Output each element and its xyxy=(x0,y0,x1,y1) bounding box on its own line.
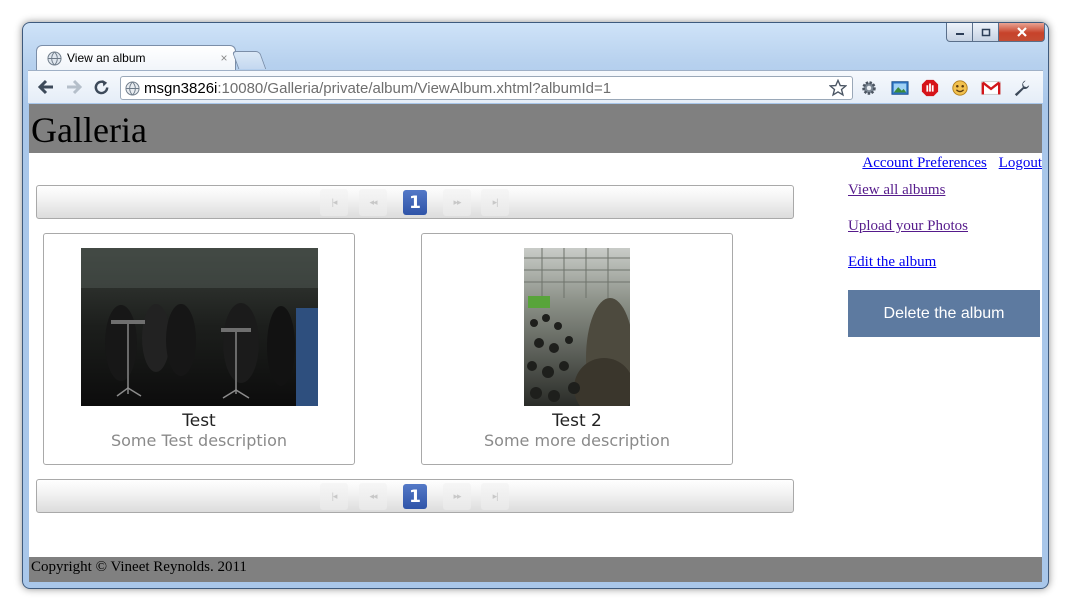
copyright-text: Copyright © Vineet Reynolds. 2011 xyxy=(31,559,247,575)
current-page-number[interactable]: 1 xyxy=(403,484,427,509)
window-controls xyxy=(946,23,1045,42)
first-page-button[interactable]: |◂ xyxy=(320,189,348,216)
page-footer: Copyright © Vineet Reynolds. 2011 xyxy=(29,557,1042,582)
picture-extension-icon[interactable] xyxy=(890,78,910,98)
first-page-button[interactable]: |◂ xyxy=(320,483,348,510)
photo-description: Some Test description xyxy=(110,431,287,450)
url-host: msgn3826i xyxy=(144,79,218,97)
user-links: Account Preferences Logout xyxy=(854,155,1042,172)
upload-photos-link[interactable]: Upload your Photos xyxy=(848,218,968,235)
site-title: Galleria xyxy=(31,110,147,150)
delete-album-button[interactable]: Delete the album xyxy=(848,290,1040,337)
new-tab-button[interactable] xyxy=(231,51,267,69)
photo-card[interactable]: Test 2 Some more description xyxy=(421,233,733,465)
adblock-extension-icon[interactable] xyxy=(920,78,940,98)
account-preferences-link[interactable]: Account Preferences xyxy=(862,155,987,171)
close-window-button[interactable] xyxy=(999,23,1045,42)
tab-title: View an album xyxy=(67,51,146,65)
minimize-icon xyxy=(955,33,964,35)
forward-arrow-icon xyxy=(67,79,83,95)
view-all-albums-link[interactable]: View all albums xyxy=(848,182,945,199)
current-page-number[interactable]: 1 xyxy=(403,190,427,215)
last-page-button[interactable]: ▸| xyxy=(481,483,509,510)
paginator-top: |◂ ◂◂ 1 ▸▸ ▸| xyxy=(36,185,794,219)
page-header: Galleria xyxy=(29,104,1042,153)
bookmark-star-icon[interactable] xyxy=(829,79,847,97)
address-bar[interactable]: msgn3826i:10080/Galleria/private/album/V… xyxy=(120,76,853,100)
photo-description: Some more description xyxy=(484,431,670,450)
previous-page-button[interactable]: ◂◂ xyxy=(359,189,387,216)
paginator-bottom: |◂ ◂◂ 1 ▸▸ ▸| xyxy=(36,479,794,513)
photo-thumbnail[interactable] xyxy=(524,248,630,406)
edit-album-link[interactable]: Edit the album xyxy=(848,254,936,271)
last-page-button[interactable]: ▸| xyxy=(481,189,509,216)
globe-icon xyxy=(47,50,62,66)
forward-button[interactable] xyxy=(65,79,83,95)
minimize-button[interactable] xyxy=(946,23,973,42)
close-icon xyxy=(1016,27,1027,37)
photo-name: Test xyxy=(182,411,216,431)
photo-thumbnail[interactable] xyxy=(81,248,318,406)
maximize-button[interactable] xyxy=(973,23,999,42)
settings-gear-extension-icon[interactable] xyxy=(859,78,879,98)
next-page-button[interactable]: ▸▸ xyxy=(443,483,471,510)
previous-page-button[interactable]: ◂◂ xyxy=(359,483,387,510)
logout-link[interactable]: Logout xyxy=(999,155,1042,171)
restore-icon xyxy=(981,28,990,36)
page-viewport: Galleria Account Preferences Logout View… xyxy=(29,104,1042,582)
browser-toolbar: msgn3826i:10080/Galleria/private/album/V… xyxy=(28,70,1043,103)
emoji-extension-icon[interactable] xyxy=(950,78,970,98)
browser-window: View an album × msgn3826i:10080/Galleria… xyxy=(22,22,1049,589)
back-arrow-icon xyxy=(37,79,53,95)
wrench-menu-icon[interactable] xyxy=(1012,78,1032,98)
tab-view-an-album[interactable]: View an album × xyxy=(36,45,236,70)
next-page-button[interactable]: ▸▸ xyxy=(443,189,471,216)
photo-card[interactable]: Test Some Test description xyxy=(43,233,355,465)
photo-name: Test 2 xyxy=(552,411,602,431)
back-button[interactable] xyxy=(37,79,55,95)
page-info-icon[interactable] xyxy=(125,80,140,96)
reload-button[interactable] xyxy=(93,79,110,96)
url-path: :10080/Galleria/private/album/ViewAlbum.… xyxy=(217,79,612,97)
reload-icon xyxy=(94,79,109,95)
gmail-extension-icon[interactable] xyxy=(981,78,1001,98)
